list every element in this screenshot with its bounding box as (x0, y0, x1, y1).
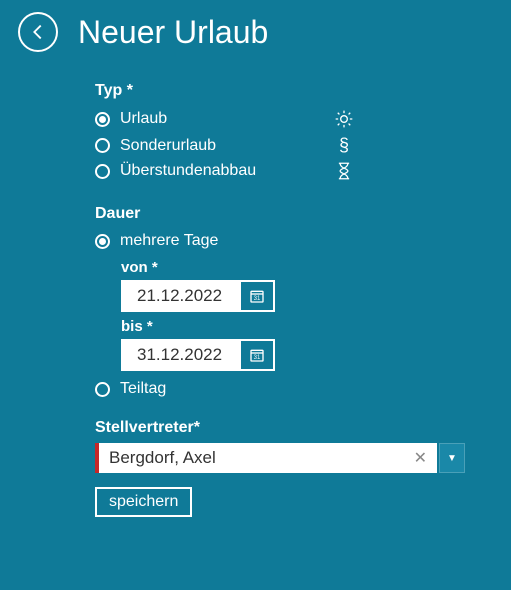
chevron-down-icon: ▼ (447, 453, 457, 464)
save-button[interactable]: speichern (95, 487, 192, 517)
svg-text:31: 31 (254, 296, 261, 302)
paragraph-icon: § (333, 135, 355, 156)
substitute-dropdown-button[interactable]: ▼ (439, 443, 465, 473)
type-uberstunden-label: Überstundenabbau (120, 162, 256, 180)
from-date-box: 31 (121, 280, 275, 312)
substitute-input[interactable] (109, 448, 410, 468)
calendar-icon: 31 (249, 288, 265, 304)
substitute-clear-button[interactable]: ✕ (410, 448, 431, 468)
duration-partial-label: Teiltag (120, 380, 166, 398)
type-urlaub-radio[interactable] (95, 112, 110, 127)
type-sonderurlaub-radio[interactable] (95, 138, 110, 153)
type-label: Typ * (95, 82, 493, 100)
type-uberstunden-radio[interactable] (95, 164, 110, 179)
to-date-input[interactable] (123, 341, 241, 369)
arrow-left-icon (27, 21, 49, 43)
duration-multi-label: mehrere Tage (120, 232, 218, 250)
substitute-label: Stellvertreter* (95, 419, 493, 437)
to-label: bis * (121, 318, 493, 335)
page-title: Neuer Urlaub (78, 14, 268, 51)
sun-icon (333, 109, 355, 129)
calendar-icon: 31 (249, 347, 265, 363)
duration-partial-radio[interactable] (95, 382, 110, 397)
type-sonderurlaub-label: Sonderurlaub (120, 137, 216, 155)
from-date-input[interactable] (123, 282, 241, 310)
to-date-box: 31 (121, 339, 275, 371)
hourglass-icon (333, 162, 355, 180)
from-label: von * (121, 259, 493, 276)
svg-text:31: 31 (254, 355, 261, 361)
duration-multi-radio[interactable] (95, 234, 110, 249)
from-date-calendar-button[interactable]: 31 (241, 282, 273, 310)
to-date-calendar-button[interactable]: 31 (241, 341, 273, 369)
back-button[interactable] (18, 12, 58, 52)
duration-label: Dauer (95, 205, 493, 223)
type-urlaub-label: Urlaub (120, 110, 167, 128)
